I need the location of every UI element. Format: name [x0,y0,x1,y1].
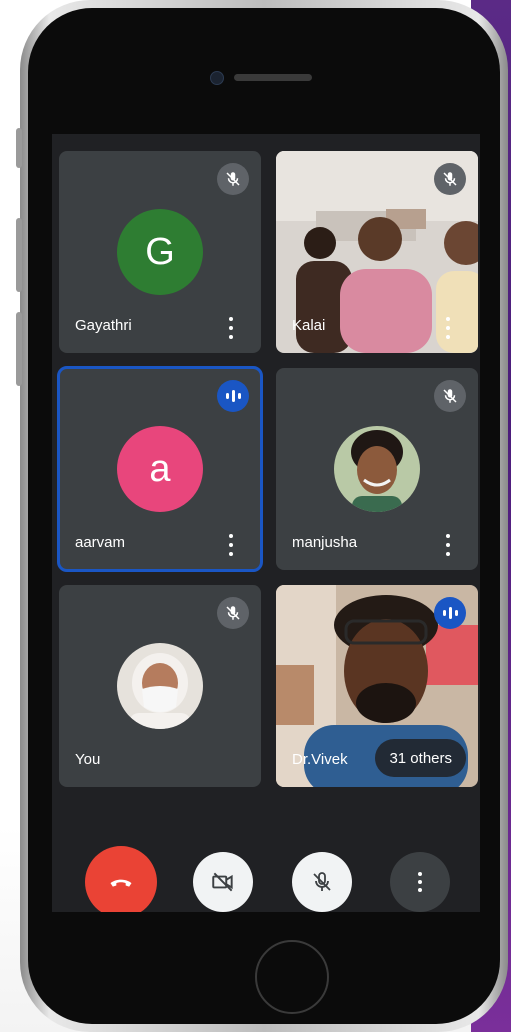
more-vertical-icon[interactable] [441,317,455,339]
volume-down-button [16,312,22,386]
volume-up-button [16,218,22,292]
more-options-button[interactable] [390,852,450,912]
participant-tile-gayathri[interactable]: G Gayathri [59,151,261,353]
participant-tile-you[interactable]: You [59,585,261,787]
participant-name: Kalai [292,317,326,334]
phone-hangup-icon [110,879,132,887]
avatar: G [117,209,203,295]
meet-call-screen: G Gayathri Kalai a aarvam manjusha You D… [52,134,480,912]
speaking-indicator-icon [434,597,466,629]
mic-off-icon [434,380,466,412]
participant-name: Gayathri [75,317,132,334]
participant-name: aarvam [75,534,126,551]
participant-name: You [75,751,101,768]
end-call-button[interactable] [85,846,157,912]
more-vertical-icon[interactable] [441,534,455,556]
home-button[interactable] [255,940,329,1014]
mic-off-icon [434,163,466,195]
more-vertical-icon[interactable] [224,317,238,339]
mic-off-icon [217,163,249,195]
participant-name: Dr.Vivek [292,751,348,768]
more-vertical-icon [418,872,422,892]
participant-name: manjusha [292,534,358,551]
call-controls [52,840,480,912]
silent-switch [16,128,22,168]
participant-tile-aarvam[interactable]: a aarvam [57,366,263,572]
others-count-button[interactable]: 31 others [375,739,466,777]
video-off-icon [212,872,233,892]
mic-off-icon [217,597,249,629]
mic-off-icon [313,872,331,891]
avatar [117,643,203,729]
participant-tile-dr-vivek[interactable]: Dr.Vivek 31 others [276,585,478,787]
earpiece-speaker [234,74,312,81]
more-vertical-icon[interactable] [224,534,238,556]
front-camera [210,71,224,85]
avatar [334,426,420,512]
participant-tile-manjusha[interactable]: manjusha [276,368,478,570]
speaking-indicator-icon [217,380,249,412]
avatar: a [117,426,203,512]
mic-toggle-button[interactable] [292,852,352,912]
participant-tile-kalai[interactable]: Kalai [276,151,478,353]
camera-toggle-button[interactable] [193,852,253,912]
